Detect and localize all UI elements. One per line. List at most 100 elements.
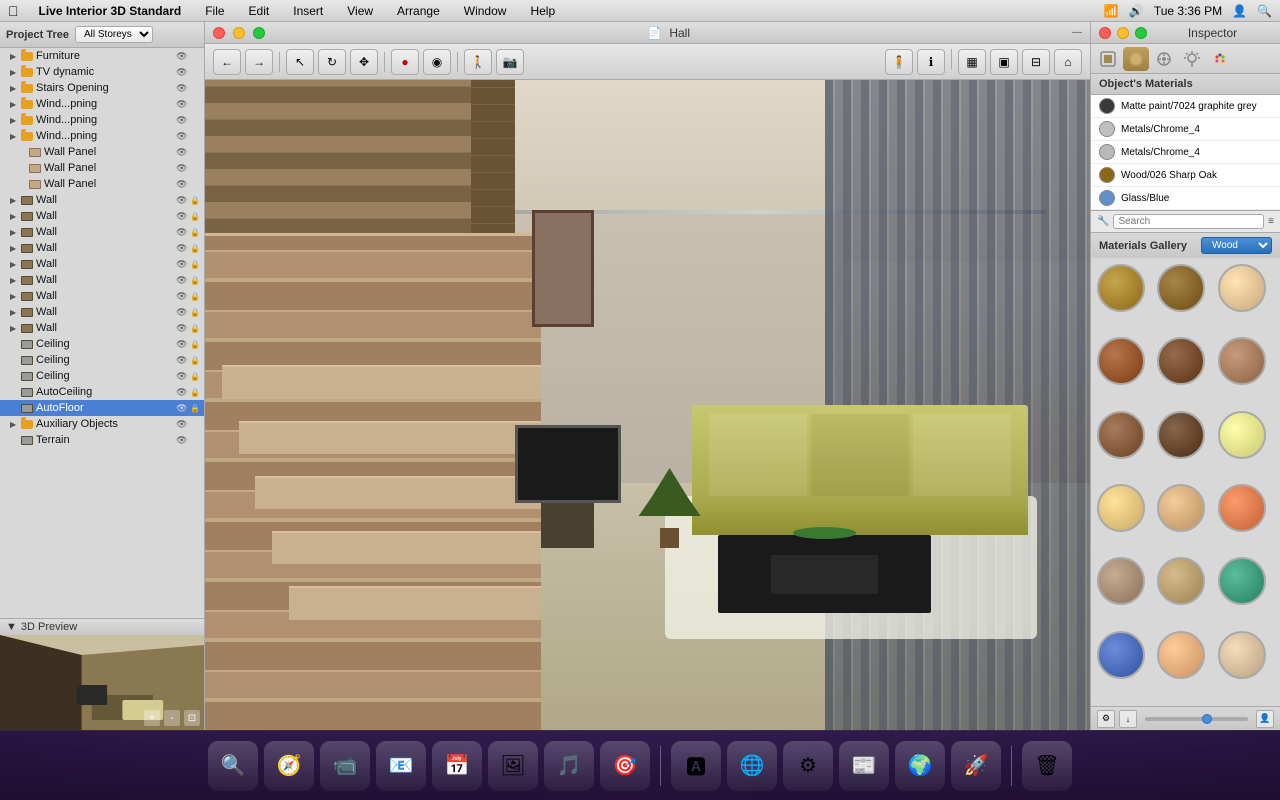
eye-visibility-icon[interactable]: 👁 — [176, 131, 190, 142]
gallery-export-btn[interactable]: 👤 — [1256, 710, 1274, 728]
menu-edit[interactable]: Edit — [245, 4, 274, 18]
gallery-swatch-cherry[interactable] — [1218, 337, 1274, 406]
record-btn[interactable]: ● — [391, 49, 419, 75]
gallery-swatch-blue-stain[interactable] — [1097, 631, 1153, 700]
eye-visibility-icon[interactable]: 👁 — [176, 307, 190, 318]
inspector-settings-btn[interactable] — [1151, 47, 1177, 71]
eye-visibility-icon[interactable]: 👁 — [176, 51, 190, 62]
dock-safari[interactable]: 🧭 — [264, 741, 314, 791]
inspector-min-btn[interactable] — [1117, 27, 1129, 39]
tree-item[interactable]: ▶ Wall 👁 🔒 — [0, 256, 204, 272]
eye-visibility-icon[interactable]: 👁 — [176, 419, 190, 430]
viewport-3d[interactable] — [205, 80, 1090, 730]
eye-visibility-icon[interactable]: 👁 — [176, 195, 190, 206]
screenshot-btn[interactable]: 📷 — [496, 49, 524, 75]
inspector-shape-btn[interactable] — [1095, 47, 1121, 71]
tree-item[interactable]: ▶ Wall 👁 🔒 — [0, 224, 204, 240]
gallery-swatch-jade-wood[interactable] — [1218, 557, 1274, 626]
menu-file[interactable]: File — [201, 4, 228, 18]
eye-visibility-icon[interactable]: 👁 — [176, 99, 190, 110]
eye-visibility-icon[interactable]: 👁 — [176, 115, 190, 126]
eye-visibility-icon[interactable]: 👁 — [176, 275, 190, 286]
tree-item[interactable]: ▶ Wall 👁 🔒 — [0, 288, 204, 304]
zoom-fit-btn[interactable]: ⊡ — [184, 710, 200, 726]
gallery-swatch-maple-light[interactable] — [1218, 264, 1274, 333]
gallery-swatch-oak-medium[interactable] — [1157, 264, 1213, 333]
tree-item[interactable]: Terrain 👁 — [0, 432, 204, 448]
gallery-swatch-pine-medium[interactable] — [1157, 484, 1213, 553]
view-split-btn[interactable]: ⊟ — [1022, 49, 1050, 75]
eye-btn[interactable]: ◉ — [423, 49, 451, 75]
eye-visibility-icon[interactable]: 👁 — [176, 227, 190, 238]
inspector-palette-btn[interactable] — [1207, 47, 1233, 71]
zoom-out-btn[interactable]: - — [164, 710, 180, 726]
gallery-swatch-birch[interactable] — [1218, 631, 1274, 700]
dock-photos[interactable]: 🖼 — [488, 741, 538, 791]
eye-visibility-icon[interactable]: 👁 — [176, 83, 190, 94]
tree-item[interactable]: Wall Panel 👁 — [0, 144, 204, 160]
material-item[interactable]: Metals/Chrome_4 — [1091, 141, 1280, 164]
info-btn[interactable]: ℹ — [917, 49, 945, 75]
menu-arrange[interactable]: Arrange — [393, 4, 444, 18]
eye-visibility-icon[interactable]: 👁 — [176, 259, 190, 270]
gallery-settings-btn[interactable]: ⚙ — [1097, 710, 1115, 728]
eye-visibility-icon[interactable]: 👁 — [176, 371, 190, 382]
apple-menu[interactable]:  — [8, 3, 19, 19]
view-3d-btn[interactable]: ▣ — [990, 49, 1018, 75]
dock-world[interactable]: 🌍 — [895, 741, 945, 791]
tree-item[interactable]: ▶ Furniture 👁 — [0, 48, 204, 64]
nav-back-btn[interactable]: ← — [213, 49, 241, 75]
eye-visibility-icon[interactable]: 👁 — [176, 243, 190, 254]
menu-view[interactable]: View — [343, 4, 377, 18]
gallery-dropdown[interactable]: Wood Stone Metal Glass — [1201, 237, 1272, 254]
eye-visibility-icon[interactable]: 👁 — [176, 211, 190, 222]
eye-visibility-icon[interactable]: 👁 — [176, 387, 190, 398]
dock-finder[interactable]: 🔍 — [208, 741, 258, 791]
eye-visibility-icon[interactable]: 👁 — [176, 403, 190, 414]
tree-item[interactable]: Wall Panel 👁 — [0, 176, 204, 192]
dock-facetime[interactable]: 📹 — [320, 741, 370, 791]
material-item[interactable]: Wood/026 Sharp Oak — [1091, 164, 1280, 187]
dock-mail[interactable]: 📧 — [376, 741, 426, 791]
material-item[interactable]: Metals/Chrome_4 — [1091, 118, 1280, 141]
tree-item[interactable]: AutoCeiling 👁 🔒 — [0, 384, 204, 400]
tree-item[interactable]: ▶ Wall 👁 🔒 — [0, 240, 204, 256]
gallery-swatch-walnut-dark[interactable] — [1157, 337, 1213, 406]
dock-music[interactable]: 🎵 — [544, 741, 594, 791]
gallery-swatch-ash-light[interactable] — [1097, 557, 1153, 626]
tree-item[interactable]: ▶ Wall 👁 🔒 — [0, 320, 204, 336]
inspector-close-btn[interactable] — [1099, 27, 1111, 39]
tree-item[interactable]: ▶ TV dynamic 👁 — [0, 64, 204, 80]
gallery-import-btn[interactable]: ↓ — [1119, 710, 1137, 728]
gallery-swatch-pine-light[interactable] — [1097, 484, 1153, 553]
move-tool-btn[interactable]: ✥ — [350, 49, 378, 75]
dock-launchpad[interactable]: 🚀 — [951, 741, 1001, 791]
zoom-in-btn[interactable]: + — [144, 710, 160, 726]
tree-item[interactable]: Ceiling 👁 🔒 — [0, 368, 204, 384]
nav-forward-btn[interactable]: → — [245, 49, 273, 75]
tree-item[interactable]: ▶ Wall 👁 🔒 — [0, 304, 204, 320]
tree-item[interactable]: ▶ Wall 👁 🔒 — [0, 272, 204, 288]
gallery-swatch-rosewood[interactable] — [1097, 411, 1153, 480]
view-2d-btn[interactable]: ▦ — [958, 49, 986, 75]
gallery-swatch-mahogany[interactable] — [1097, 337, 1153, 406]
material-item[interactable]: Matte paint/7024 graphite grey — [1091, 95, 1280, 118]
gallery-swatch-oak-light[interactable] — [1097, 264, 1153, 333]
inspector-light-btn[interactable] — [1179, 47, 1205, 71]
tree-item[interactable]: Ceiling 👁 🔒 — [0, 352, 204, 368]
rotate-tool-btn[interactable]: ↻ — [318, 49, 346, 75]
tree-item[interactable]: ▶ Wind...pning 👁 — [0, 128, 204, 144]
dock-network[interactable]: 🌐 — [727, 741, 777, 791]
tree-item[interactable]: ▶ Wall 👁 🔒 — [0, 192, 204, 208]
select-tool-btn[interactable]: ↖ — [286, 49, 314, 75]
tree-item[interactable]: Ceiling 👁 🔒 — [0, 336, 204, 352]
list-options-icon[interactable]: ≡ — [1268, 216, 1274, 227]
tree-item[interactable]: ▶ Wall 👁 🔒 — [0, 208, 204, 224]
tree-item[interactable]: ▶ Wind...pning 👁 — [0, 112, 204, 128]
eye-visibility-icon[interactable]: 👁 — [176, 339, 190, 350]
window-collapse[interactable]: — — [1072, 27, 1082, 38]
dock-trash[interactable]: 🗑 — [1022, 741, 1072, 791]
menu-insert[interactable]: Insert — [289, 4, 327, 18]
tree-item[interactable]: AutoFloor 👁 🔒 — [0, 400, 204, 416]
dock-syspreferences[interactable]: ⚙ — [783, 741, 833, 791]
